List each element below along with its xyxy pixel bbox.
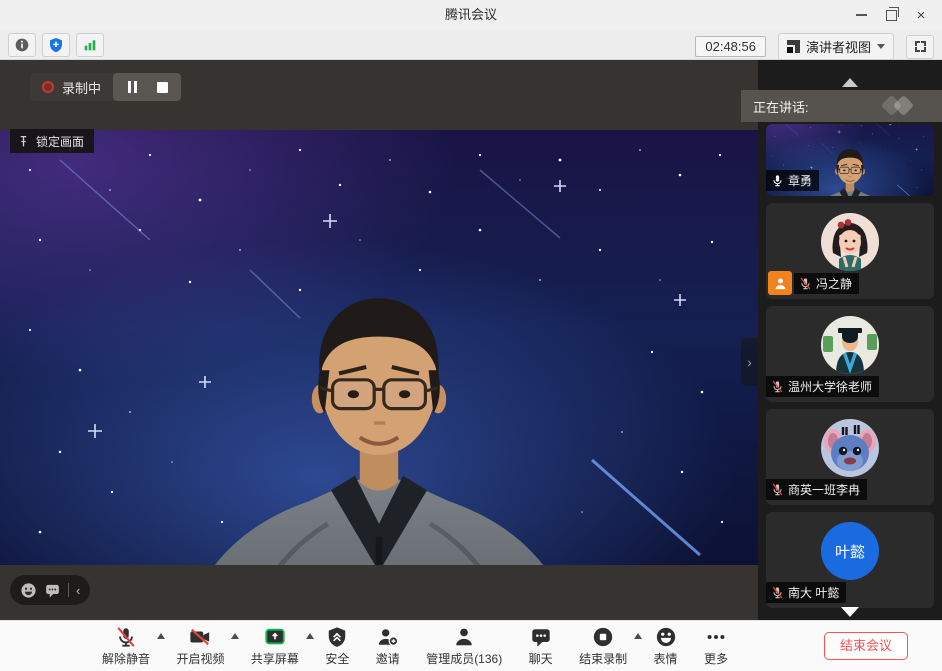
sidebar-collapse-handle[interactable]: ›	[741, 338, 758, 386]
minimize-button[interactable]	[846, 0, 876, 30]
restore-button[interactable]	[876, 0, 906, 30]
participant-name: 商英一班李冉	[788, 481, 860, 498]
participant-tile[interactable]: 叶懿 南大 叶懿	[766, 512, 934, 608]
chevron-up-icon[interactable]	[157, 633, 165, 639]
participant-tile[interactable]: 商英一班李冉	[766, 409, 934, 505]
avatar	[821, 419, 879, 477]
mic-muted-icon	[771, 380, 784, 393]
invite-button[interactable]: 邀请	[374, 625, 402, 667]
mic-on-icon	[771, 174, 784, 187]
caption-chat-icon[interactable]	[44, 582, 61, 599]
participant-tile[interactable]: 冯之静	[766, 203, 934, 299]
pause-recording-button[interactable]	[119, 76, 145, 98]
speaking-now-bar: 正在讲话:	[741, 90, 942, 122]
recording-indicator: 录制中	[30, 73, 181, 101]
security-button[interactable]: 安全	[323, 625, 351, 667]
scroll-down-icon[interactable]	[841, 607, 859, 617]
manage-members-button[interactable]: 管理成员(136)	[424, 625, 504, 667]
info-icon	[14, 37, 30, 53]
divider	[68, 583, 69, 597]
recording-label: 录制中	[62, 78, 101, 97]
fullscreen-button[interactable]	[906, 35, 934, 59]
participant-name: 温州大学徐老师	[788, 378, 872, 395]
security-shield-icon	[326, 626, 348, 648]
invite-user-icon	[376, 626, 399, 648]
avatar	[821, 213, 879, 271]
end-meeting-button[interactable]: 结束会议	[824, 632, 908, 660]
pinned-view-badge[interactable]: 锁定画面	[10, 129, 94, 153]
participant-name: 南大 叶懿	[788, 584, 839, 601]
stop-icon	[157, 82, 168, 93]
share-screen-icon	[263, 626, 287, 648]
layout-icon	[787, 40, 800, 53]
unmute-button[interactable]: 解除静音	[100, 625, 152, 667]
chevron-up-icon[interactable]	[634, 633, 642, 639]
camera-off-icon	[188, 626, 212, 648]
participant-tile[interactable]: 章勇	[766, 124, 934, 196]
mic-muted-icon	[771, 483, 784, 496]
avatar	[821, 316, 879, 374]
mic-muted-icon	[771, 586, 784, 599]
share-screen-button[interactable]: 共享屏幕	[249, 625, 301, 667]
avatar: 叶懿	[821, 522, 879, 580]
meeting-timer: 02:48:56	[695, 36, 766, 57]
members-icon	[453, 626, 475, 648]
speaker-video-frame	[0, 130, 758, 565]
mic-muted-icon	[799, 277, 812, 290]
reaction-quickbar: ‹	[10, 575, 90, 605]
meeting-logo-icon	[880, 95, 926, 117]
shield-protect-icon	[48, 37, 64, 53]
speaker-video	[0, 130, 758, 565]
meeting-protect-button[interactable]	[42, 33, 70, 57]
titlebar: 腾讯会议 ×	[0, 0, 942, 30]
participants-sidebar: 正在讲话: 章勇	[758, 60, 942, 620]
participant-tile[interactable]: 温州大学徐老师	[766, 306, 934, 402]
stop-record-button[interactable]: 结束录制	[577, 625, 629, 667]
mic-muted-icon	[115, 626, 137, 648]
stop-recording-button[interactable]	[149, 76, 175, 98]
bottom-toolbar: 解除静音 开启视频	[0, 620, 942, 671]
more-button[interactable]: 更多	[702, 625, 730, 667]
network-signal-icon	[82, 37, 98, 53]
chat-bubble-icon	[530, 626, 552, 648]
chevron-up-icon[interactable]	[306, 633, 314, 639]
stop-record-icon	[592, 626, 614, 648]
close-button[interactable]: ×	[906, 0, 936, 30]
chevron-down-icon	[877, 44, 885, 49]
participant-name: 章勇	[788, 172, 812, 189]
emoji-button[interactable]: 表情	[652, 625, 680, 667]
emoji-smiley-icon	[655, 626, 677, 648]
window-title: 腾讯会议	[0, 0, 942, 30]
collapse-left-icon[interactable]: ‹	[76, 584, 80, 597]
view-mode-label: 演讲者视图	[806, 37, 871, 56]
host-badge-icon	[768, 271, 792, 295]
record-dot-icon	[42, 81, 54, 93]
pin-icon	[17, 135, 30, 148]
more-dots-icon	[704, 626, 728, 648]
meeting-info-button[interactable]	[8, 33, 36, 57]
network-status-button[interactable]	[76, 33, 104, 57]
pause-icon	[128, 81, 137, 93]
chevron-up-icon[interactable]	[231, 633, 239, 639]
start-video-button[interactable]: 开启视频	[174, 625, 226, 667]
tencent-meeting-window: 腾讯会议 ×	[0, 0, 942, 671]
pin-label: 锁定画面	[36, 133, 84, 150]
emoji-icon[interactable]	[20, 582, 37, 599]
participant-name: 冯之静	[816, 275, 852, 292]
speaking-label: 正在讲话:	[741, 97, 880, 116]
view-mode-dropdown[interactable]: 演讲者视图	[778, 33, 894, 60]
fullscreen-icon	[915, 41, 926, 52]
scroll-up-icon[interactable]	[842, 78, 858, 87]
top-toolbar: 02:48:56 演讲者视图	[0, 30, 942, 60]
main-stage: 录制中 锁定画面	[0, 60, 758, 620]
chat-button[interactable]: 聊天	[527, 625, 555, 667]
